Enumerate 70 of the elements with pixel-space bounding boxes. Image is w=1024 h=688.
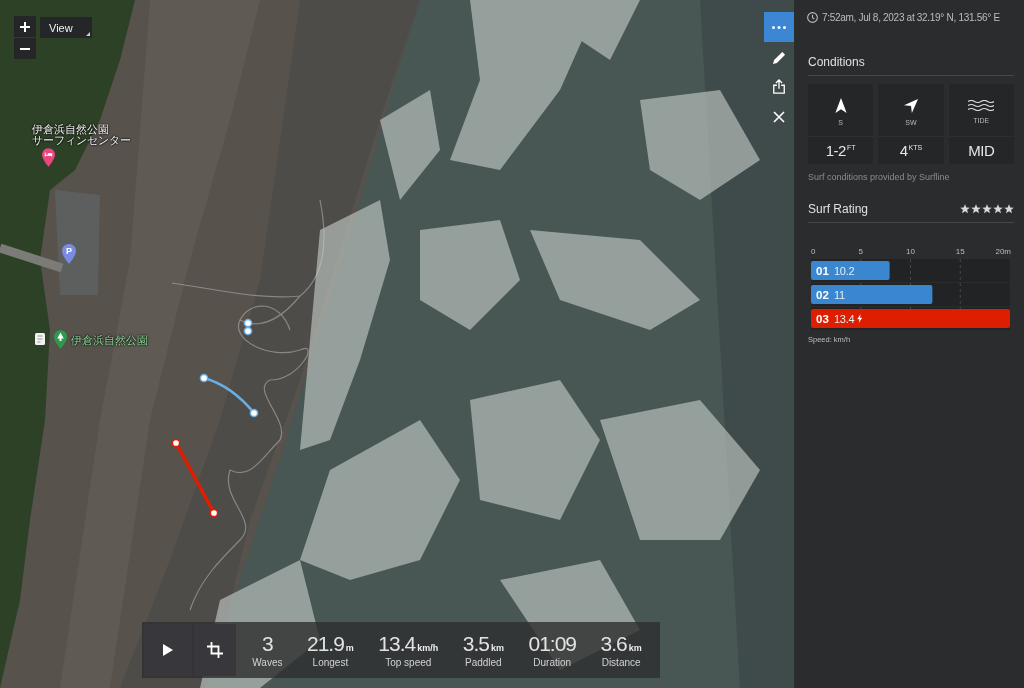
stat-label: Top speed [385,657,432,668]
crop-icon [207,642,223,658]
tree-pin-icon[interactable] [54,330,67,349]
star-icon [993,204,1003,214]
stat-unit: m [345,643,354,653]
bar[interactable] [811,309,1010,328]
lightning-icon [857,314,863,323]
play-icon [163,644,173,656]
place-label: 伊倉浜自然公園 [71,335,148,346]
waves-icon [968,100,995,111]
stat-unit: km [628,643,642,653]
zoom-in-button[interactable] [14,16,36,37]
stat-value: 13.4 [378,632,416,656]
stat-value: 3.5 [462,632,489,656]
share-icon [772,79,786,95]
stat-label: Paddled [465,657,502,668]
star-icon [960,204,970,214]
star-icon [982,204,992,214]
clock-icon [807,11,818,23]
stat-label: Distance [601,657,641,668]
wave-track[interactable] [171,438,219,518]
more-icon [772,25,786,29]
zoom-out-button[interactable] [14,38,36,59]
bed-pin-icon[interactable] [42,148,55,167]
bar[interactable] [811,285,933,304]
stat-value: 21.9 [306,632,344,656]
speed-label: 11 [834,289,845,301]
place-label: 伊倉浜自然公園 [32,124,109,135]
stat-unit: km [490,643,504,653]
stat-label: Waves [252,657,283,668]
timestamp: 7:52am, Jul 8, 2023 at 32.19° N, 131.56° E [822,11,1000,23]
tick-label: 0 [811,247,816,256]
condition-value: 4$^{KTS}$ [899,142,923,159]
speed-label: 10.2 [834,265,855,277]
stat-value: 01:09 [528,632,576,656]
credit-text: Surf conditions provided by Surfline [808,172,951,183]
bar[interactable] [811,261,890,280]
view-button[interactable]: View [40,17,92,38]
play-button[interactable] [144,624,192,676]
stat-label: Duration [533,657,572,668]
pencil-icon [772,50,786,64]
wave-number: 01 [816,265,829,277]
place-label: サーフィンセンター [32,135,131,146]
wave-track[interactable] [199,373,259,418]
tick-label: 15 [955,247,965,256]
caret-icon [86,32,90,36]
arrow-icon [834,98,847,113]
speed-label: 13.4 [834,313,855,325]
tick-label: 5 [858,247,863,256]
close-icon [773,111,785,123]
plus-icon [20,21,30,32]
tick-label: 20m [995,247,1011,256]
star-icon [1004,204,1014,214]
star-icon [971,204,981,214]
wave-number: 02 [816,289,829,301]
stat-unit: km/h [417,643,439,653]
section-title: Conditions [808,55,866,69]
stat-label: Longest [312,657,349,668]
crop-button[interactable] [194,624,236,676]
arrow-icon [904,98,918,113]
condition-value: 1-2$^{FT}$ [825,142,856,159]
minus-icon [20,47,30,50]
condition-value: MID [968,142,995,159]
stat-value: 3.6 [600,632,627,656]
wave-track[interactable] [243,318,253,336]
wave-number: 03 [816,313,829,325]
stat-value: 3 [262,632,273,656]
square-marker-icon[interactable] [35,333,45,345]
section-title: Surf Rating [808,202,869,216]
tick-label: 10 [906,247,915,256]
